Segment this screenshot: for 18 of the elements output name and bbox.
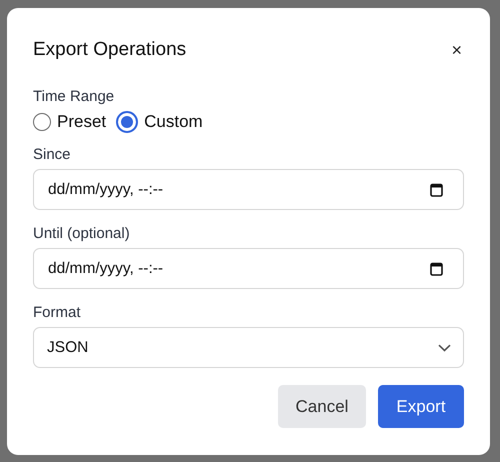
field-label: Format — [33, 304, 82, 321]
close-button[interactable]: × — [449, 40, 464, 60]
radio-label[interactable]: Custom — [144, 112, 203, 132]
calendar-icon[interactable] — [430, 183, 443, 197]
field-label: Until (optional) — [33, 225, 131, 242]
datetime-field[interactable]: dd/mm/yyyy, --:-- — [33, 248, 464, 289]
dialog-title: Export Operations — [33, 39, 186, 61]
radio-button[interactable] — [33, 113, 51, 131]
format-dropdown[interactable]: JSON — [33, 327, 464, 368]
datetime-field[interactable]: dd/mm/yyyy, --:-- — [33, 169, 464, 210]
field-label: Time Range — [33, 88, 116, 105]
export-button[interactable]: Export — [378, 385, 464, 428]
radio-button[interactable] — [116, 111, 138, 133]
chevron-down-icon — [438, 344, 451, 352]
field-label: Since — [33, 146, 72, 163]
calendar-icon[interactable] — [430, 262, 443, 276]
cancel-button[interactable]: Cancel — [278, 385, 366, 428]
radio-label[interactable]: Preset — [57, 112, 106, 132]
